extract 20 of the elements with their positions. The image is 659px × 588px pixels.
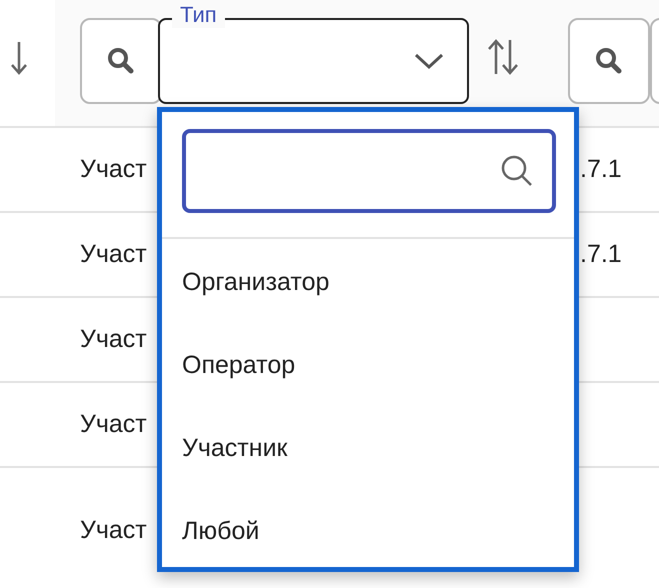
table-cell-text: Участ (80, 238, 147, 270)
table-cell-text: Участ (80, 408, 147, 440)
search-icon (500, 154, 534, 188)
search-field[interactable] (182, 129, 556, 213)
chevron-down-icon (414, 52, 444, 70)
sort-down-icon[interactable] (10, 40, 28, 76)
dropdown-option[interactable]: Участник (182, 430, 288, 468)
table-cell-text: Участ (80, 324, 147, 355)
table-cell-text: Участ (80, 515, 147, 546)
search-button[interactable] (568, 18, 650, 104)
search-icon (106, 46, 136, 76)
table-cell-text: Участ (80, 154, 147, 185)
sort-icon[interactable] (486, 38, 520, 76)
table-cell-text: .7.1 (580, 238, 622, 270)
dropdown-option[interactable]: Оператор (182, 346, 296, 384)
dropdown-option[interactable]: Любой (182, 512, 260, 550)
search-icon (594, 46, 624, 76)
dropdown-option[interactable]: Организатор (182, 264, 330, 302)
search-button[interactable] (80, 18, 162, 104)
table-cell-text: .7.1 (580, 154, 622, 185)
